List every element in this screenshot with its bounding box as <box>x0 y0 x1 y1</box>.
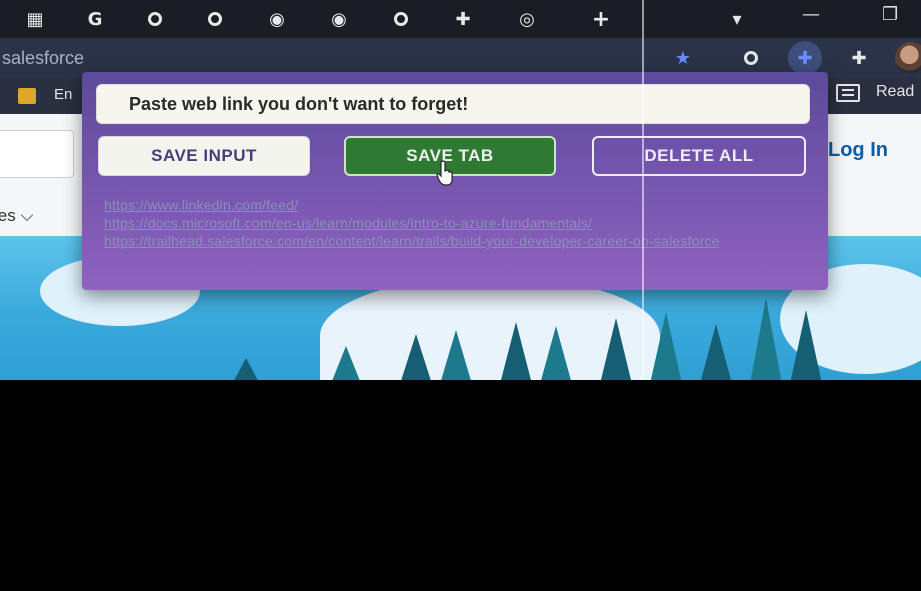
login-link[interactable]: Log In <box>828 139 888 162</box>
tab-icon-1[interactable] <box>142 7 168 31</box>
tree <box>440 330 472 380</box>
black-lower-area <box>0 380 921 591</box>
tab-icon-2[interactable] <box>202 7 228 31</box>
save-input-button[interactable]: SAVE INPUT <box>98 136 310 176</box>
saved-link[interactable]: https://docs.microsoft.com/en-us/learn/m… <box>104 214 794 232</box>
reading-list-label[interactable]: Read <box>876 83 914 101</box>
calendar-icon[interactable]: ▦ <box>22 7 48 31</box>
folder-icon[interactable] <box>18 88 36 104</box>
tree <box>750 298 782 380</box>
screen: ▦ G ◉ ◉ ✚ ◎ + ▾ — ❐ salesforce ★ ✚ ✚ En … <box>0 0 921 380</box>
tree <box>540 326 572 380</box>
tree <box>650 312 682 380</box>
display-artifact-line <box>642 0 644 380</box>
link-saver-popup: SAVE INPUT SAVE TAB DELETE ALL https://w… <box>82 72 828 290</box>
tree <box>230 358 262 380</box>
minimize-button[interactable]: — <box>802 4 820 25</box>
reading-list-icon[interactable] <box>836 84 860 102</box>
tree <box>600 318 632 380</box>
tree <box>790 310 822 380</box>
bookmark-star-icon[interactable]: ★ <box>670 45 696 71</box>
bookmark-label[interactable]: En <box>54 86 72 103</box>
nav-menu-fragment[interactable]: ies ⌵ <box>0 206 33 226</box>
delete-all-button[interactable]: DELETE ALL <box>592 136 806 176</box>
tab-icon-3[interactable] <box>388 7 414 31</box>
chrome-icon[interactable]: ◎ <box>514 7 540 31</box>
browser-tab-strip: ▦ G ◉ ◉ ✚ ◎ + ▾ — ❐ <box>0 0 921 38</box>
google-icon[interactable]: G <box>82 7 108 31</box>
extensions-puzzle-icon[interactable]: ✚ <box>846 45 872 71</box>
tree <box>700 324 732 380</box>
address-text[interactable]: salesforce <box>2 48 84 69</box>
tree <box>330 346 362 380</box>
saved-links-list: https://www.linkedin.com/feed/ https://d… <box>104 196 794 250</box>
tab-search-icon[interactable]: ▾ <box>724 7 750 31</box>
saved-link[interactable]: https://trailhead.salesforce.com/en/cont… <box>104 232 794 250</box>
puzzle-icon[interactable]: ✚ <box>450 7 476 31</box>
active-extension-icon[interactable]: ✚ <box>788 41 822 75</box>
tree <box>400 334 432 380</box>
globe-icon-1[interactable]: ◉ <box>264 7 290 31</box>
globe-icon-2[interactable]: ◉ <box>326 7 352 31</box>
link-input[interactable] <box>96 84 810 124</box>
saved-link[interactable]: https://www.linkedin.com/feed/ <box>104 196 794 214</box>
tree <box>500 322 532 380</box>
restore-button[interactable]: ❐ <box>882 4 898 25</box>
hand-cursor-icon <box>436 160 453 186</box>
new-tab-button[interactable]: + <box>588 7 614 32</box>
extension-icon[interactable] <box>738 45 764 71</box>
profile-avatar[interactable] <box>895 42 921 74</box>
page-input-field[interactable] <box>0 130 74 178</box>
